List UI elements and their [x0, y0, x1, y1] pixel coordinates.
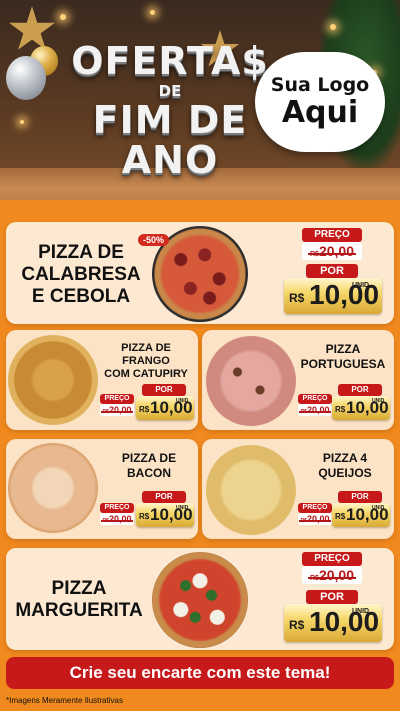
light-decoration — [60, 14, 66, 20]
old-price: R$20,00 — [302, 242, 362, 260]
old-price: R$20,00 — [100, 404, 134, 416]
old-price-label: PREÇO — [298, 503, 332, 513]
light-decoration — [330, 24, 336, 30]
disclaimer-note: *Imagens Meramente Ilustrativas — [6, 696, 123, 705]
cta-button[interactable]: Crie seu encarte com este tema! — [6, 657, 394, 689]
new-price: R$ 10,00 UNID — [136, 503, 194, 527]
header-banner: OFERTA$ DE FIM DE ANO Sua Logo Aqui — [0, 0, 400, 200]
product-card-portuguesa: PIZZA PORTUGUESA PREÇO R$20,00 POR R$ 10… — [202, 330, 394, 430]
new-price: R$ 10,00 UNID — [136, 396, 194, 420]
product-name: PIZZA DE BACON — [121, 451, 177, 480]
old-price: R$20,00 — [100, 513, 134, 525]
new-price: R$ 10,00 UNID — [332, 396, 390, 420]
product-name: PIZZA MARGUERITA — [15, 578, 143, 621]
pizza-portuguesa-image — [206, 336, 296, 426]
page-title: OFERTA$ DE FIM DE ANO — [70, 40, 270, 180]
discount-badge: -50% — [138, 234, 170, 246]
product-name: PIZZA DE CALABRESA E CEBOLA — [21, 242, 141, 307]
light-decoration — [20, 120, 24, 124]
title-line-3: FIM DE ANO — [92, 98, 248, 182]
new-price: R$ 10,00 UNID — [284, 604, 382, 642]
product-card-frango: PIZZA DE FRANGO COM CATUPIRY PREÇO R$20,… — [6, 330, 198, 430]
logo-line-1: Sua Logo — [270, 74, 370, 96]
old-price-label: PREÇO — [100, 503, 134, 513]
new-price-label: POR — [338, 384, 382, 396]
old-price-label: PREÇO — [302, 228, 362, 242]
new-price-label: POR — [306, 590, 358, 604]
product-name: PIZZA DE FRANGO COM CATUPIRY — [104, 342, 188, 380]
pizza-queijos-image — [206, 445, 296, 535]
old-price: R$20,00 — [302, 566, 362, 584]
product-name: PIZZA PORTUGUESA — [300, 342, 386, 371]
light-decoration — [150, 10, 155, 15]
new-price-label: POR — [142, 384, 186, 396]
new-price-label: POR — [142, 491, 186, 503]
pizza-bacon-image — [8, 443, 98, 533]
logo-line-2: Aqui — [281, 95, 359, 130]
title-line-1: OFERTA$ — [71, 39, 269, 83]
old-price-label: PREÇO — [100, 394, 134, 404]
old-price-label: PREÇO — [298, 394, 332, 404]
old-price-label: PREÇO — [302, 552, 362, 566]
new-price-label: POR — [306, 264, 358, 278]
product-card-bacon: PIZZA DE BACON PREÇO R$20,00 POR R$ 10,0… — [6, 439, 198, 539]
logo-placeholder: Sua Logo Aqui — [255, 52, 385, 152]
new-price-label: POR — [338, 491, 382, 503]
product-card-queijos: PIZZA 4 QUEIJOS PREÇO R$20,00 POR R$ 10,… — [202, 439, 394, 539]
ornament-icon — [6, 56, 46, 100]
pizza-frango-image — [8, 335, 98, 425]
old-price: R$20,00 — [298, 404, 332, 416]
product-name: PIZZA 4 QUEIJOS — [318, 451, 372, 480]
product-card-calabresa: PIZZA DE CALABRESA E CEBOLA -50% PREÇO R… — [6, 222, 394, 324]
new-price: R$ 10,00 UNID — [284, 278, 382, 314]
product-card-marguerita: PIZZA MARGUERITA PREÇO R$20,00 POR R$ 10… — [6, 548, 394, 650]
new-price: R$ 10,00 UNID — [332, 503, 390, 527]
pizza-marguerita-image — [152, 552, 248, 648]
old-price: R$20,00 — [298, 513, 332, 525]
